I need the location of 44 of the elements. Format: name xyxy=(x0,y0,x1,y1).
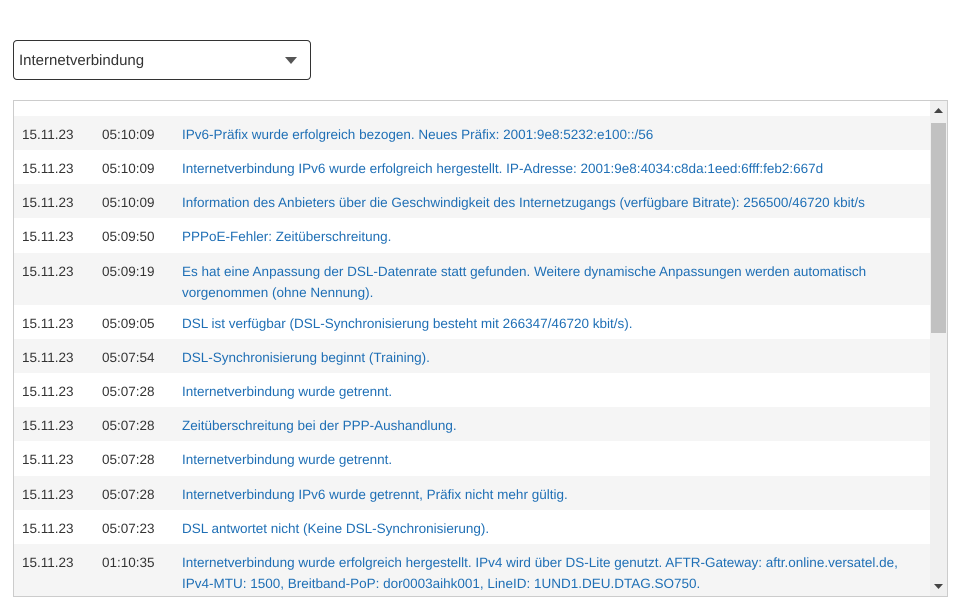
date-cell-text: 15.11.23 xyxy=(21,194,75,210)
scrollbar[interactable] xyxy=(930,101,947,596)
time-cell-text: 05:10:09 xyxy=(102,160,156,176)
time-cell-text: 05:07:28 xyxy=(102,383,156,400)
date-cell-text: 15.11.23 xyxy=(21,262,75,281)
time-cell-text: 05:10:09 xyxy=(102,194,156,210)
date-cell-text: 15.11.23 xyxy=(21,554,75,572)
scroll-up-icon[interactable] xyxy=(934,108,943,113)
time-cell-text: 05:09:19 xyxy=(102,262,156,281)
message-cell-text: DSL antwortet nicht (Keine DSL-Synchronisierung). xyxy=(182,520,490,536)
time-cell-text: 05:07:28 xyxy=(102,451,156,468)
date-cell-text: 15.11.23 xyxy=(21,451,75,468)
message-cell-text: DSL-Synchronisierung beginnt (Training). xyxy=(182,348,431,366)
time-cell-text: 05:09:50 xyxy=(102,228,156,245)
scrollbar-thumb[interactable] xyxy=(931,123,946,333)
message-cell-text: Internetverbindung IPv6 wurde erfolgreich hergestellt. IP-Adresse: 2001:9e8:4034:c8da:1eed:6fff:feb2:667d xyxy=(182,160,824,176)
message-cell-text: IPv6-Präfix wurde erfolgreich bezogen. Neues Präfix: 2001:9e8:5232:e100::/56 xyxy=(182,126,654,142)
date-cell-text: 15.11.23 xyxy=(21,383,75,400)
message-cell-text: Internetverbindung wurde erfolgreich hergestellt. IPv4 wird über DS-Lite genutzt. AFTR-Gateway: aftr.online.versatel.de, IPv4-MTU: 1500, Breitband-PoP: dor0003aihk001, LineID: 1UND1.DEU.DTAG.SO750. xyxy=(182,554,899,588)
time-cell-text: 05:07:23 xyxy=(102,520,156,536)
message-cell-text: Internetverbindung IPv6 wurde getrennt, Präfix nicht mehr gültig. xyxy=(182,486,569,502)
message-cell-text: Zeitüberschreitung bei der PPP-Aushandlung. xyxy=(182,417,458,434)
caret-icon xyxy=(285,56,297,64)
date-cell-text: 15.11.23 xyxy=(21,228,75,245)
date-cell-text: 15.11.23 xyxy=(21,160,75,176)
time-cell-text: 05:07:54 xyxy=(102,348,156,366)
time-cell-text: 05:07:28 xyxy=(102,486,156,502)
filter-dropdown[interactable]: Internetverbindung xyxy=(13,40,311,80)
message-cell-text: DSL ist verfügbar (DSL-Synchronisierung besteht mit 266347/46720 kbit/s). xyxy=(182,314,634,331)
date-cell-text: 15.11.23 xyxy=(21,348,75,366)
message-cell-text: Internetverbindung wurde getrennt. xyxy=(182,383,394,400)
time-cell-text: 01:10:35 xyxy=(102,554,156,572)
scroll-down-icon[interactable] xyxy=(934,584,943,589)
time-cell-text: 05:09:05 xyxy=(102,314,156,331)
time-cell-text: 05:10:09 xyxy=(102,126,156,142)
time-cell-text: 05:07:28 xyxy=(102,417,156,434)
date-cell-text: 15.11.23 xyxy=(21,520,75,536)
date-cell-text: 15.11.23 xyxy=(21,314,75,331)
date-cell-text: 15.11.23 xyxy=(21,417,75,434)
message-cell-text: Information des Anbieters über die Geschwindigkeit des Internetzugangs (verfügbare Bitrate): 256500/46720 kbit/s xyxy=(182,194,866,210)
message-cell-text: Internetverbindung wurde getrennt. xyxy=(182,451,394,468)
date-cell-text: 15.11.23 xyxy=(21,486,75,502)
message-cell-text: PPPoE-Fehler: Zeitüberschreitung. xyxy=(182,228,392,245)
date-cell-text: 15.11.23 xyxy=(21,126,75,142)
